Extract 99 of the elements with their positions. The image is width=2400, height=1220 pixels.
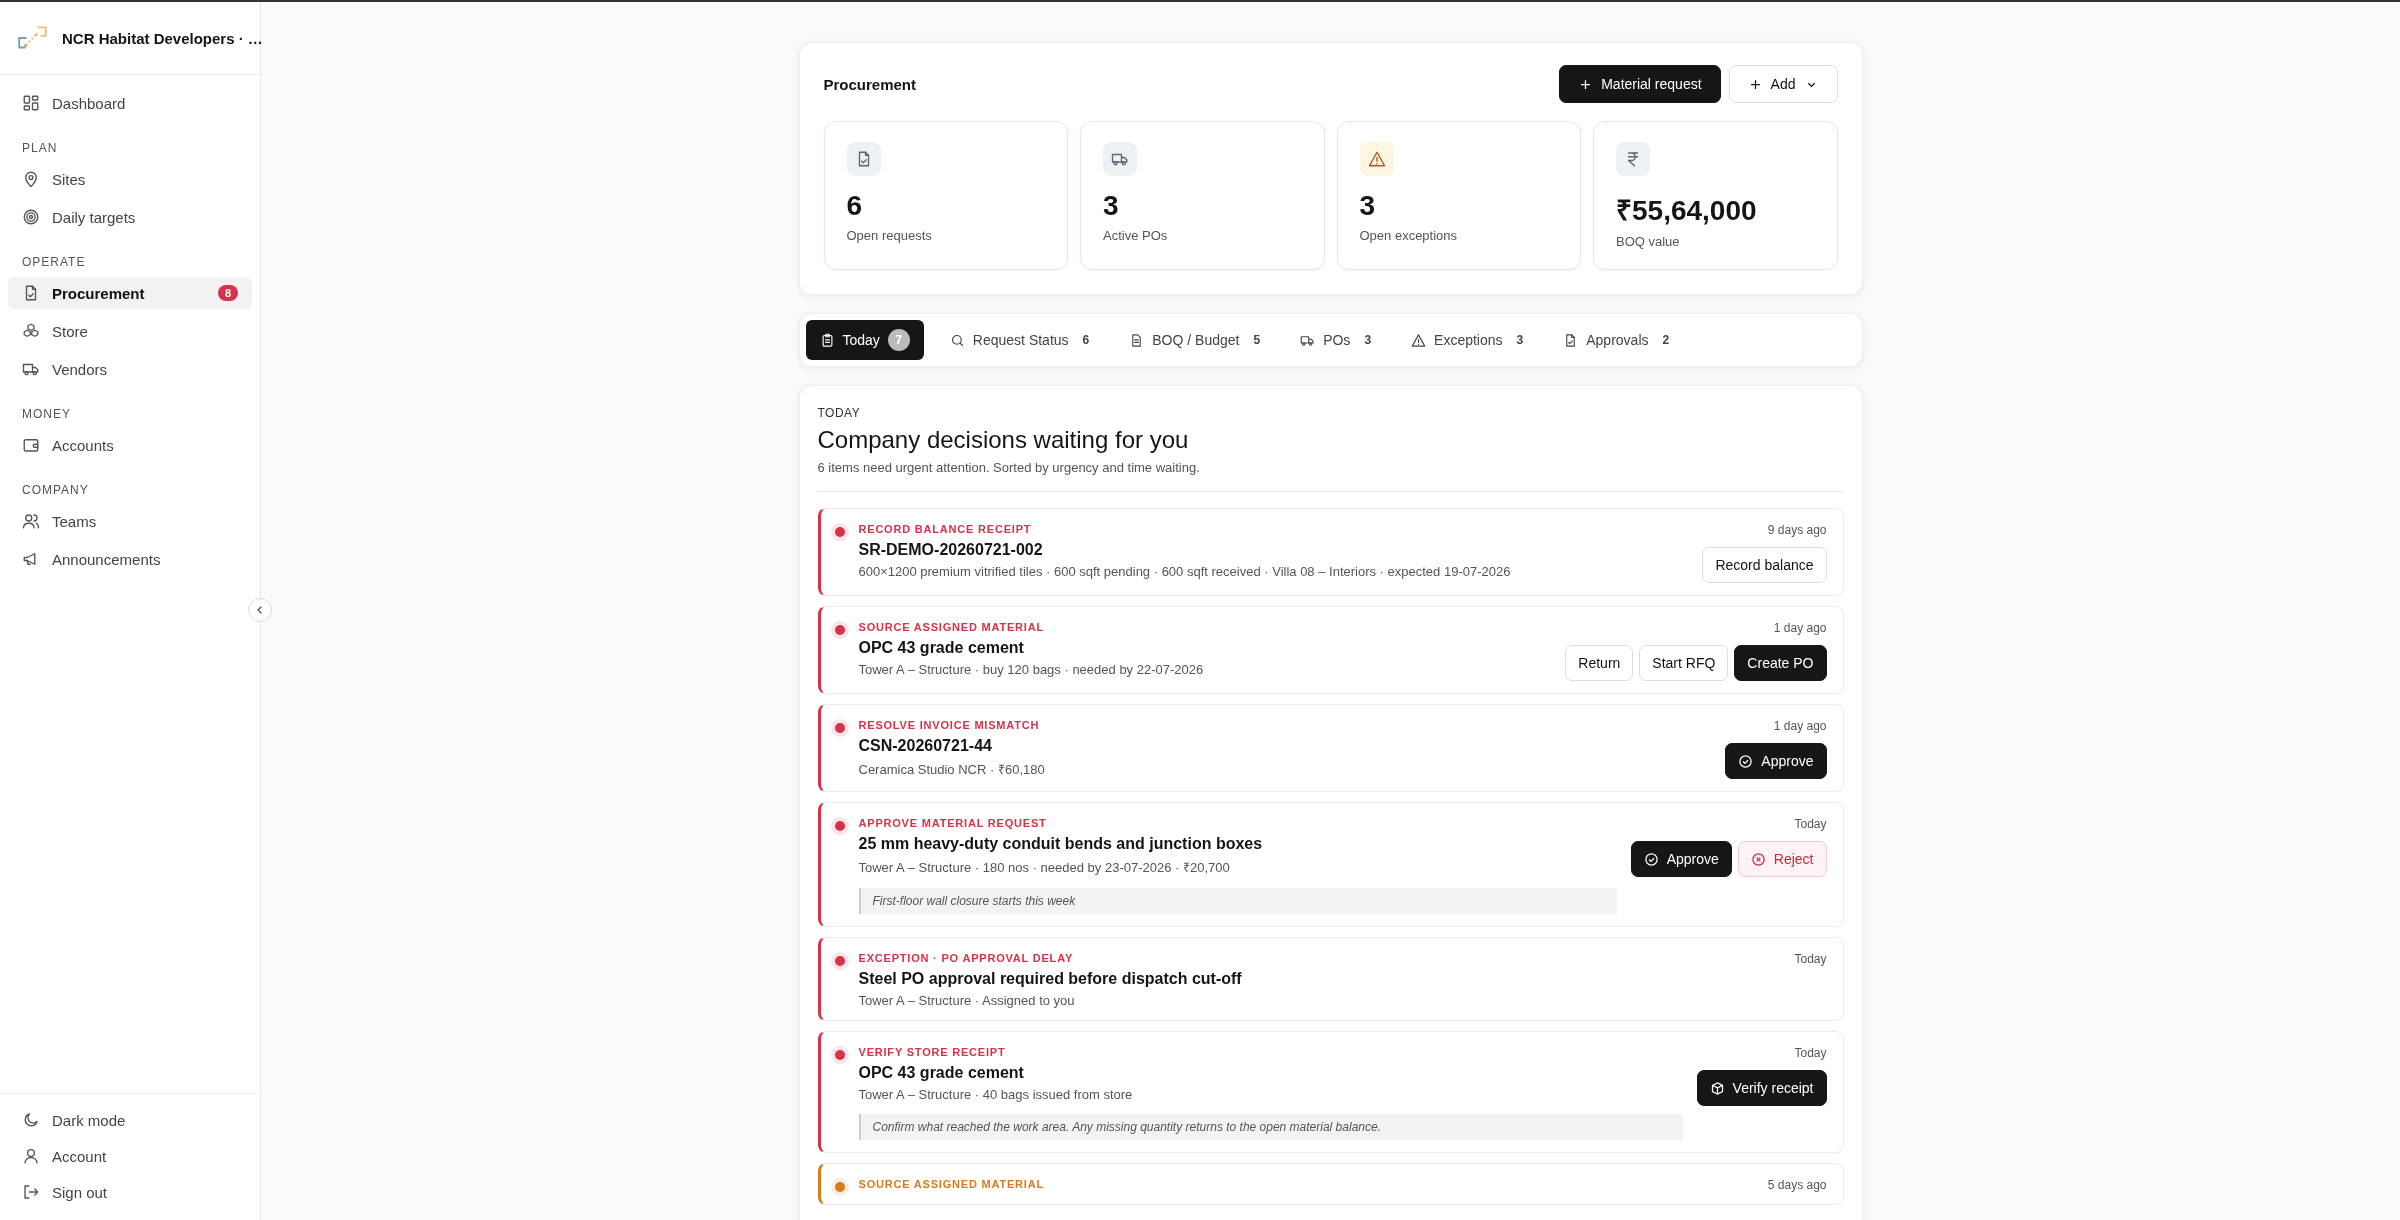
tab-count: 3: [1516, 333, 1524, 347]
nav-item[interactable]: Dashboard: [8, 87, 252, 119]
decision-details: Tower A – Structure · Assigned to you: [858, 993, 1076, 1008]
count-badge: 8: [217, 285, 238, 301]
time-ago: 9 days ago: [1767, 523, 1827, 537]
stat-label: Open requests: [846, 228, 933, 243]
nav-item[interactable]: Accounts: [8, 429, 252, 461]
box-icon: [1709, 1080, 1725, 1096]
stat-label: Open exceptions: [1359, 228, 1459, 243]
warning-icon: [1411, 332, 1427, 348]
decision-type: VERIFY STORE RECEIPT: [858, 1046, 1007, 1058]
tab[interactable]: Today 7: [805, 320, 924, 360]
nav-item[interactable]: Account: [8, 1140, 252, 1172]
verify-button[interactable]: Verify receipt: [1696, 1070, 1827, 1106]
action-button[interactable]: Start RFQ: [1639, 645, 1729, 681]
nav-item[interactable]: Procurement 8: [8, 277, 252, 309]
user-icon: [22, 1147, 40, 1165]
section-heading: MONEY: [21, 406, 72, 423]
decision-title: CSN-20260721-44: [858, 737, 993, 755]
tab[interactable]: Exceptions 3: [1397, 320, 1538, 360]
decision-type: SOURCE ASSIGNED MATERIAL: [858, 621, 1045, 633]
logo-icon: [16, 25, 50, 51]
reject-button[interactable]: Reject: [1737, 841, 1827, 877]
section-subtitle: 6 items need urgent attention. Sorted by urgency and time waiting.: [817, 460, 1844, 492]
time-ago: 1 day ago: [1773, 621, 1827, 635]
tab-count: 3: [1364, 333, 1372, 347]
material-request-button[interactable]: Material request: [1559, 65, 1721, 103]
decision-details: Tower A – Structure · 180 nos · needed by 23-07-2026 · ₹20,700: [858, 859, 1231, 876]
stat-label: Active POs: [1103, 228, 1169, 243]
time-ago: 5 days ago: [1767, 1178, 1827, 1192]
time-ago: Today: [1794, 817, 1827, 831]
search-icon: [949, 332, 965, 348]
x-circle-icon: [1750, 851, 1766, 867]
tab-count: 6: [1082, 333, 1090, 347]
stat-value: 3: [1103, 190, 1120, 222]
tab[interactable]: POs 3: [1286, 320, 1386, 360]
check-circle-icon: [1738, 753, 1754, 769]
grid-icon: [22, 94, 40, 112]
collapse-button[interactable]: [248, 598, 272, 622]
tab[interactable]: Request Status 6: [935, 320, 1104, 360]
nav-item[interactable]: Store: [8, 315, 252, 347]
clipboard-icon: [819, 332, 835, 348]
decision-type: RECORD BALANCE RECEIPT: [858, 523, 1033, 535]
boxes-icon: [22, 322, 40, 340]
time-ago: 1 day ago: [1773, 719, 1827, 733]
stat-label: BOQ value: [1616, 234, 1681, 249]
section-heading: OPERATE: [21, 254, 87, 271]
stat-value: 3: [1359, 190, 1377, 222]
page-title: Procurement: [823, 75, 917, 93]
decision-title: 25 mm heavy-duty conduit bends and junction boxes: [858, 835, 1264, 853]
decision-note: First-floor wall closure starts this week: [858, 888, 1617, 914]
decision-details: 600×1200 premium vitrified tiles · 600 sqft pending · 600 sqft received · Villa 08 – Interiors · expected 19-07-2026: [858, 564, 1512, 579]
sign-out-icon: [22, 1183, 40, 1201]
organization-name: NCR Habitat Developers · …: [62, 29, 263, 47]
warning-icon: [1367, 150, 1386, 168]
decision-details: Tower A – Structure · 40 bags issued from store: [858, 1087, 1134, 1102]
nav-item[interactable]: Daily targets: [8, 201, 252, 233]
tab[interactable]: BOQ / Budget 5: [1115, 320, 1275, 360]
action-button[interactable]: Return: [1565, 645, 1634, 681]
approve-button[interactable]: Approve: [1725, 743, 1827, 779]
add-dropdown-button[interactable]: Add: [1728, 65, 1838, 103]
nav-item[interactable]: Sign out: [8, 1176, 252, 1208]
decision-note: Confirm what reached the work area. Any missing quantity returns to the open material balance.: [858, 1114, 1683, 1140]
moon-icon: [22, 1111, 40, 1129]
decision-type: EXCEPTION · PO APPROVAL DELAY: [858, 952, 1074, 964]
tab-count: 2: [1662, 333, 1670, 347]
decision-title: OPC 43 grade cement: [858, 1064, 1025, 1082]
tab[interactable]: Approvals 2: [1549, 320, 1684, 360]
decision-details: Tower A – Structure · buy 120 bags · needed by 22-07-2026: [858, 662, 1205, 677]
section-heading: COMPANY: [21, 482, 90, 499]
users-icon: [22, 512, 40, 530]
decision-type: APPROVE MATERIAL REQUEST: [858, 817, 1048, 829]
decision-details: Ceramica Studio NCR · ₹60,180: [858, 761, 1046, 778]
tab-count: 7: [887, 329, 910, 351]
nav-item[interactable]: Vendors: [8, 353, 252, 385]
decision-title: OPC 43 grade cement: [858, 639, 1025, 657]
time-ago: Today: [1794, 1046, 1827, 1060]
stat-value: ₹55,64,000: [1616, 194, 1758, 228]
decision-type: SOURCE ASSIGNED MATERIAL: [858, 1178, 1045, 1190]
check-circle-icon: [1643, 851, 1659, 867]
nav-item[interactable]: Dark mode: [8, 1104, 252, 1136]
target-icon: [22, 208, 40, 226]
decision-type: RESOLVE INVOICE MISMATCH: [858, 719, 1041, 731]
decision-title: Steel PO approval required before dispatch cut-off: [858, 970, 1243, 988]
action-button[interactable]: Record balance: [1702, 547, 1827, 583]
approve-button[interactable]: Approve: [1630, 841, 1732, 877]
time-ago: Today: [1794, 952, 1827, 966]
wallet-icon: [22, 436, 40, 454]
tab-count: 5: [1253, 333, 1261, 347]
action-button[interactable]: Create PO: [1734, 645, 1827, 681]
nav-item[interactable]: Teams: [8, 505, 252, 537]
section-title: Company decisions waiting for you: [817, 426, 1190, 454]
section-eyebrow: TODAY: [817, 406, 862, 420]
section-heading: PLAN: [21, 140, 59, 157]
map-pin-icon: [22, 170, 40, 188]
nav-item[interactable]: Sites: [8, 163, 252, 195]
nav-item[interactable]: Announcements: [8, 543, 252, 575]
decision-title: SR-DEMO-20260721-002: [858, 541, 1044, 559]
stat-value: 6: [846, 190, 864, 222]
